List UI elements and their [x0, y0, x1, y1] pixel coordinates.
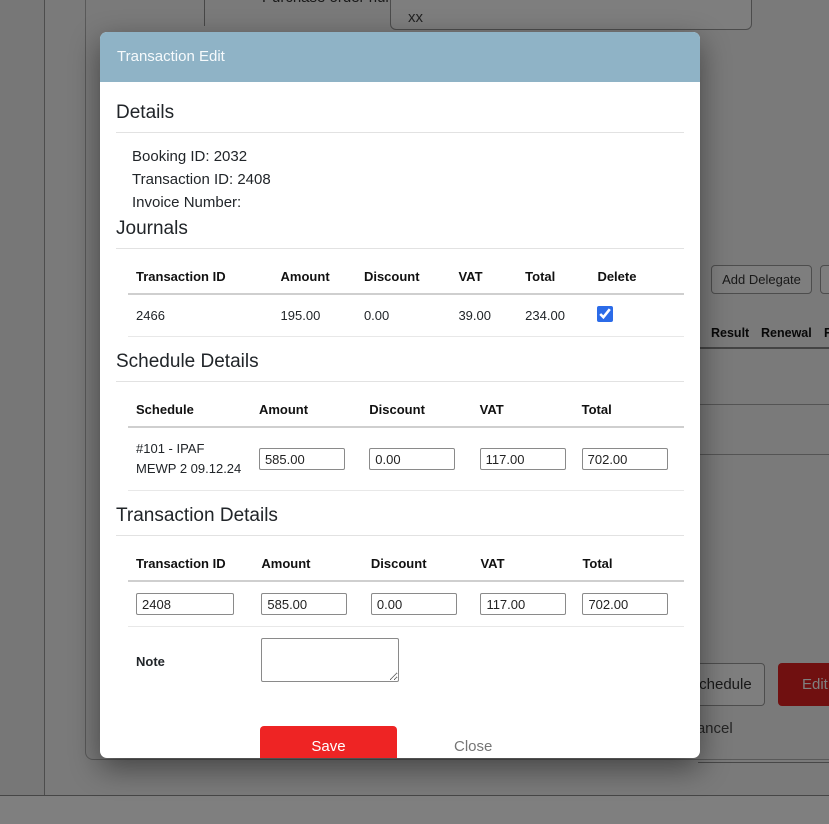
note-label: Note	[128, 627, 253, 697]
journals-col-discount: Discount	[356, 259, 451, 294]
transaction-total-input[interactable]	[582, 593, 668, 615]
schedule-discount-input[interactable]	[369, 448, 455, 470]
schedule-col-amount: Amount	[251, 392, 361, 427]
schedule-col-vat: VAT	[472, 392, 574, 427]
details-block: Booking ID: 2032 Transaction ID: 2408 In…	[132, 145, 684, 214]
transaction-discount-input[interactable]	[371, 593, 457, 615]
schedule-details-heading: Schedule Details	[116, 351, 684, 373]
schedule-amount-input[interactable]	[259, 448, 345, 470]
schedule-total-input[interactable]	[582, 448, 668, 470]
transaction-id-text: Transaction ID: 2408	[132, 168, 684, 191]
schedule-col-schedule: Schedule	[128, 392, 251, 427]
modal-title: Transaction Edit	[100, 32, 700, 82]
transaction-vat-input[interactable]	[480, 593, 566, 615]
transaction-details-heading: Transaction Details	[116, 505, 684, 527]
journals-col-total: Total	[517, 259, 589, 294]
schedule-col-discount: Discount	[361, 392, 471, 427]
transaction-row	[128, 581, 684, 627]
journal-delete-checkbox[interactable]	[597, 306, 613, 322]
journal-transaction-id: 2466	[128, 294, 273, 337]
journals-heading: Journals	[116, 218, 684, 240]
journals-table: Transaction ID Amount Discount VAT Total…	[128, 259, 684, 337]
schedule-details-table: Schedule Amount Discount VAT Total #101 …	[128, 392, 684, 491]
modal-button-row: Save Close	[260, 726, 684, 758]
transaction-col-vat: VAT	[472, 546, 574, 581]
journal-vat: 39.00	[450, 294, 517, 337]
journal-discount: 0.00	[356, 294, 451, 337]
transaction-id-input[interactable]	[136, 593, 234, 615]
section-divider	[116, 132, 684, 133]
invoice-number-text: Invoice Number:	[132, 191, 684, 214]
section-divider	[116, 248, 684, 249]
journals-row: 2466 195.00 0.00 39.00 234.00	[128, 294, 684, 337]
transaction-edit-modal: Transaction Edit Details Booking ID: 203…	[100, 32, 700, 758]
section-divider	[116, 381, 684, 382]
details-heading: Details	[116, 102, 684, 124]
schedule-vat-input[interactable]	[480, 448, 566, 470]
schedule-row: #101 - IPAF MEWP 2 09.12.24	[128, 427, 684, 491]
schedule-col-total: Total	[574, 392, 684, 427]
transaction-details-table: Transaction ID Amount Discount VAT Total…	[128, 546, 684, 696]
journals-col-transaction-id: Transaction ID	[128, 259, 273, 294]
journal-amount: 195.00	[273, 294, 356, 337]
journals-col-amount: Amount	[273, 259, 356, 294]
journals-col-vat: VAT	[450, 259, 517, 294]
transaction-col-total: Total	[574, 546, 684, 581]
modal-body: Details Booking ID: 2032 Transaction ID:…	[100, 82, 700, 758]
booking-id-text: Booking ID: 2032	[132, 145, 684, 168]
transaction-col-transaction-id: Transaction ID	[128, 546, 253, 581]
section-divider	[116, 535, 684, 536]
transaction-amount-input[interactable]	[261, 593, 347, 615]
note-textarea[interactable]	[261, 638, 399, 682]
close-button[interactable]: Close	[454, 738, 492, 755]
schedule-label: #101 - IPAF MEWP 2 09.12.24	[128, 427, 251, 491]
journal-total: 234.00	[517, 294, 589, 337]
note-row: Note	[128, 627, 684, 697]
transaction-col-discount: Discount	[363, 546, 473, 581]
journals-col-delete: Delete	[589, 259, 684, 294]
save-button[interactable]: Save	[260, 726, 397, 758]
transaction-col-amount: Amount	[253, 546, 363, 581]
